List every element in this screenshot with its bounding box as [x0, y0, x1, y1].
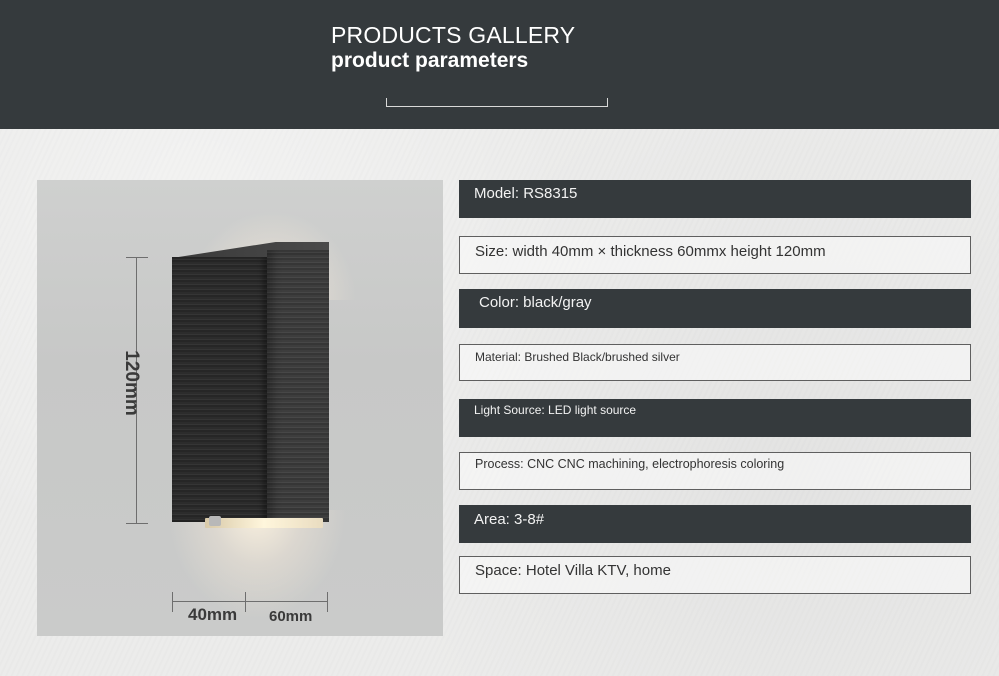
- lamp-side-face: [267, 250, 329, 522]
- page-subtitle: product parameters: [331, 49, 529, 72]
- spec-process: Process: CNC CNC machining, electrophore…: [459, 452, 971, 490]
- spec-process-text: Process: CNC CNC machining, electrophore…: [475, 457, 785, 471]
- spec-color-text: Color: black/gray: [479, 294, 592, 311]
- spec-area-text: Area: 3-8#: [474, 511, 545, 528]
- spec-material-text: Material: Brushed Black/brushed silver: [475, 350, 680, 364]
- width-dimension-cap-mid: [245, 592, 246, 612]
- height-dimension-cap-bottom: [126, 523, 148, 524]
- width-dimension-cap-left: [172, 592, 173, 612]
- spec-size-text: Size: width 40mm × thickness 60mmx heigh…: [475, 243, 826, 260]
- spec-model: Model: RS8315: [459, 180, 971, 218]
- width-dimension-label: 40mm: [188, 605, 238, 624]
- lamp-light-strip: [205, 518, 323, 528]
- header-divider: [386, 98, 608, 107]
- spec-area: Area: 3-8#: [459, 505, 971, 543]
- header-banner: PRODUCTS GALLERY product parameters: [0, 0, 999, 129]
- width-dimension-cap-right: [327, 592, 328, 612]
- width-dimension-line: [172, 601, 328, 602]
- lamp-front-face: [172, 257, 267, 522]
- spec-space: Space: Hotel Villa KTV, home: [459, 556, 971, 594]
- page-title: PRODUCTS GALLERY: [331, 22, 576, 48]
- spec-space-text: Space: Hotel Villa KTV, home: [475, 562, 671, 579]
- spec-model-text: Model: RS8315: [474, 185, 578, 202]
- spec-size: Size: width 40mm × thickness 60mmx heigh…: [459, 236, 971, 274]
- spec-color: Color: black/gray: [459, 289, 971, 328]
- product-image: 120mm 40mm 60mm: [37, 180, 443, 636]
- spec-material: Material: Brushed Black/brushed silver: [459, 344, 971, 381]
- spec-light-source-text: Light Source: LED light source: [474, 403, 637, 417]
- spec-light-source: Light Source: LED light source: [459, 399, 971, 437]
- depth-dimension-label: 60mm: [269, 608, 313, 625]
- height-dimension-label: 120mm: [121, 350, 142, 416]
- lamp-knob: [209, 516, 221, 526]
- height-dimension-cap-top: [126, 257, 148, 258]
